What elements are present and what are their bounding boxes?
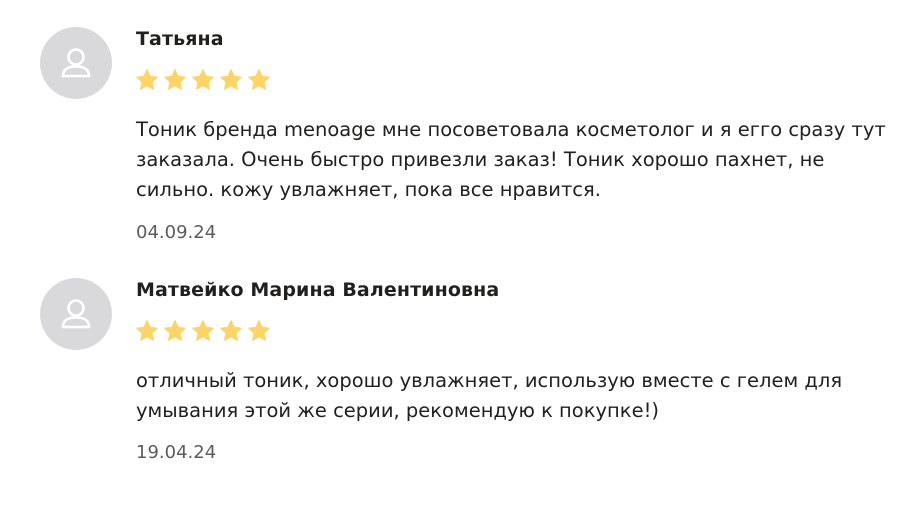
review-author: Татьяна [136,28,224,50]
star-icon [164,69,186,90]
avatar [40,27,112,99]
review-date: 04.09.24 [136,222,217,243]
rating-stars [135,68,271,92]
star-icon [220,320,242,341]
user-icon [61,48,91,78]
rating-stars [135,319,271,343]
star-icon [136,69,158,90]
review-text: отличный тоник, хорошо увлажняет, исполь… [136,369,843,422]
avatar [40,278,112,350]
review-item: Татьяна Тоник бренда menoage мне посовет… [0,0,917,250]
star-icon [136,320,158,341]
star-icon [248,320,270,341]
star-icon [192,320,214,341]
star-icon [192,69,214,90]
star-icon [220,69,242,90]
user-icon [61,299,91,329]
review-item: Матвейко Марина Валентиновна отличный то… [0,250,917,511]
review-text: Тоник бренда menoage мне посоветовала ко… [136,118,886,201]
review-date: 19.04.24 [136,442,217,463]
star-icon [248,69,270,90]
star-icon [164,320,186,341]
review-author: Матвейко Марина Валентиновна [136,279,500,301]
